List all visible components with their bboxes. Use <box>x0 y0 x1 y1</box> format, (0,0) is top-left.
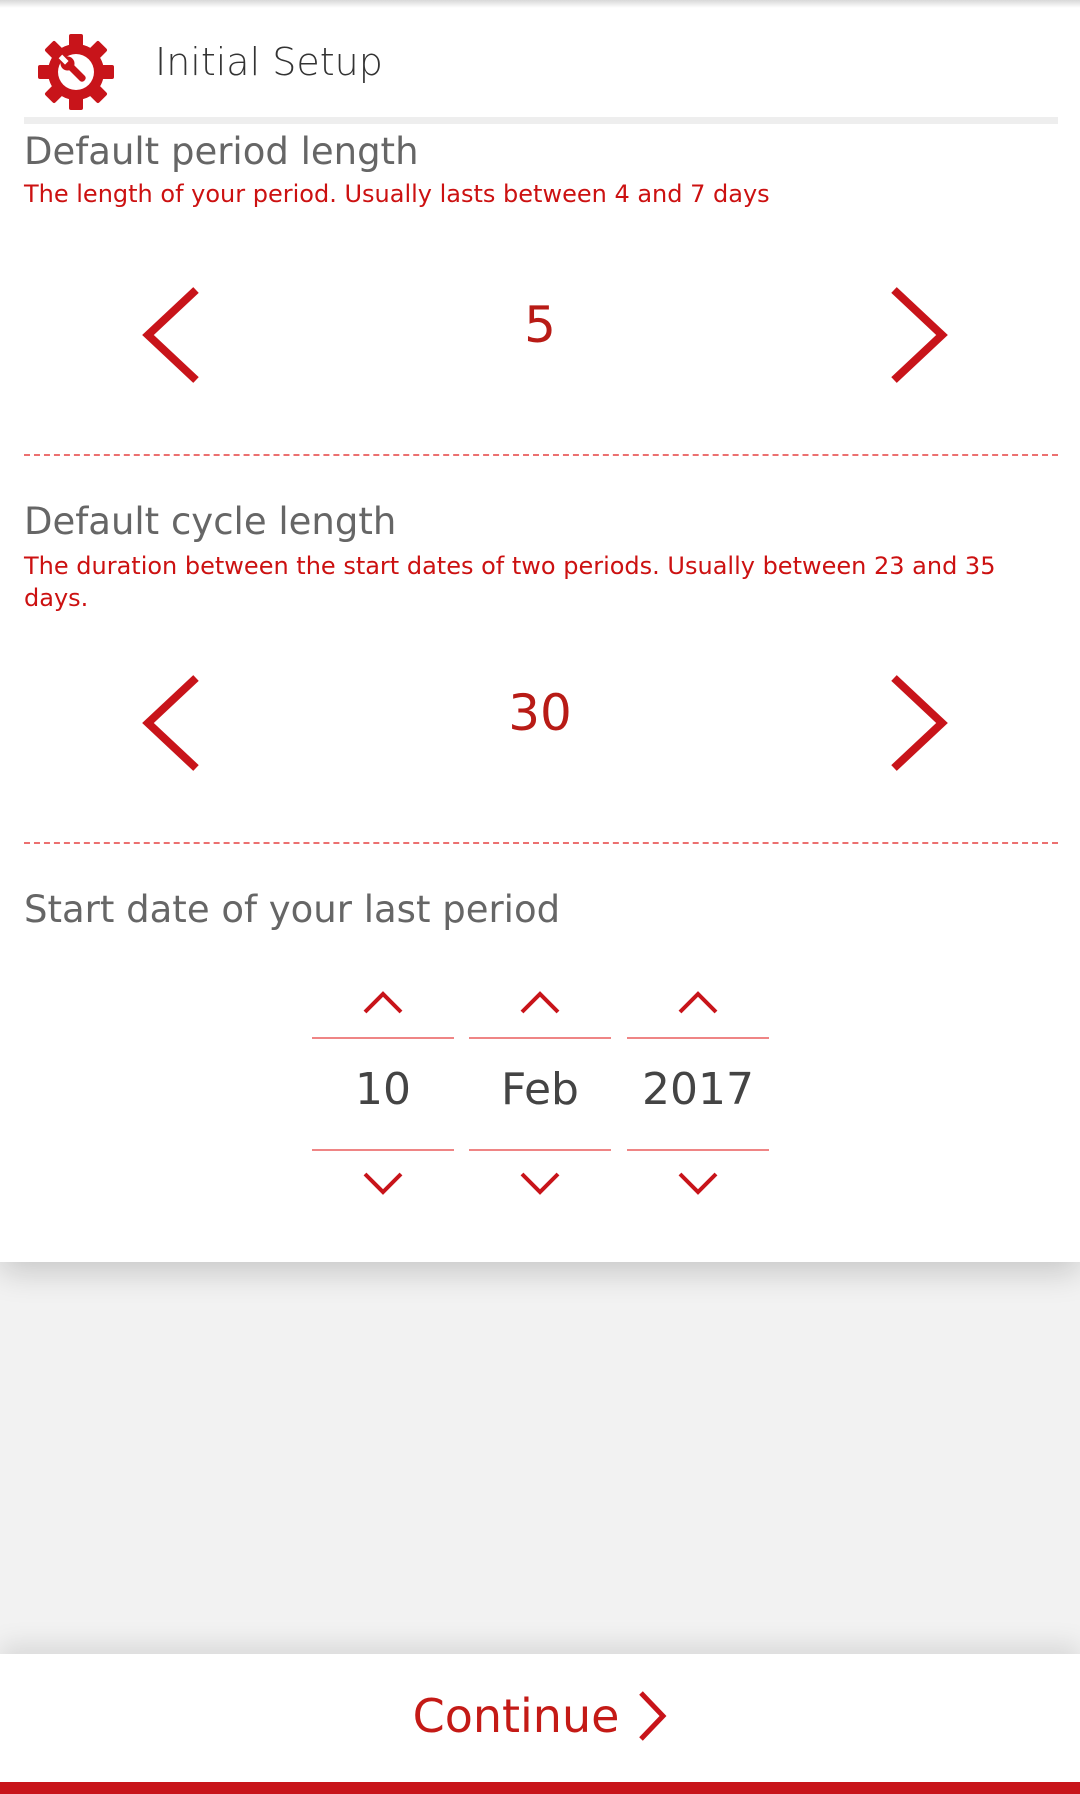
continue-label: Continue <box>412 1689 620 1743</box>
period-length-title: Default period length <box>24 130 419 173</box>
chevron-down-icon <box>363 1172 403 1195</box>
page-title: Initial Setup <box>155 40 383 84</box>
month-bottom-line <box>469 1149 611 1151</box>
cycle-length-description: The duration between the start dates of … <box>24 552 996 612</box>
cycle-length-title: Default cycle length <box>24 500 397 543</box>
chevron-up-icon <box>363 991 403 1014</box>
section-divider <box>24 454 1058 456</box>
month-top-line <box>469 1037 611 1039</box>
day-down-button[interactable] <box>312 1157 454 1211</box>
year-picker: 2017 <box>627 975 769 1215</box>
chevron-up-icon <box>520 991 560 1014</box>
month-picker: Feb <box>469 975 611 1215</box>
chevron-left-icon <box>142 287 199 383</box>
cycle-decrement-button[interactable] <box>128 668 218 778</box>
month-down-button[interactable] <box>469 1157 611 1211</box>
period-length-description: The length of your period. Usually lasts… <box>24 180 770 208</box>
year-top-line <box>627 1037 769 1039</box>
month-value[interactable]: Feb <box>469 1064 611 1115</box>
accent-bar <box>0 1782 1080 1794</box>
period-decrement-button[interactable] <box>128 280 218 390</box>
last-period-title: Start date of your last period <box>24 888 561 931</box>
chevron-right-icon <box>891 287 948 383</box>
day-bottom-line <box>312 1149 454 1151</box>
year-value[interactable]: 2017 <box>627 1064 769 1115</box>
month-up-button[interactable] <box>469 975 611 1029</box>
cycle-increment-button[interactable] <box>872 668 962 778</box>
period-increment-button[interactable] <box>872 280 962 390</box>
day-up-button[interactable] <box>312 975 454 1029</box>
year-down-button[interactable] <box>627 1157 769 1211</box>
day-top-line <box>312 1037 454 1039</box>
day-value[interactable]: 10 <box>312 1064 454 1115</box>
setup-card: Initial Setup Default period length The … <box>0 0 1080 1262</box>
chevron-up-icon <box>678 991 718 1014</box>
year-bottom-line <box>627 1149 769 1151</box>
day-picker: 10 <box>312 975 454 1215</box>
chevron-left-icon <box>142 675 199 771</box>
header-divider <box>24 117 1058 124</box>
year-up-button[interactable] <box>627 975 769 1029</box>
cycle-length-value: 30 <box>508 684 572 742</box>
section-divider <box>24 842 1058 844</box>
period-length-value: 5 <box>524 296 556 354</box>
bottom-bar: Continue <box>0 1654 1080 1794</box>
continue-button[interactable]: Continue <box>0 1654 1080 1778</box>
chevron-right-icon <box>891 675 948 771</box>
top-shadow-strip <box>0 0 1080 8</box>
chevron-down-icon <box>520 1172 560 1195</box>
chevron-down-icon <box>678 1172 718 1195</box>
gear-wrench-icon <box>36 32 116 112</box>
chevron-right-icon <box>639 1691 667 1741</box>
